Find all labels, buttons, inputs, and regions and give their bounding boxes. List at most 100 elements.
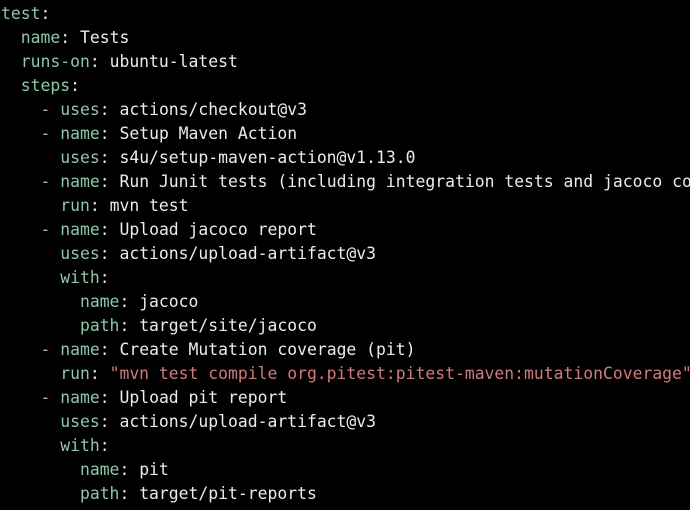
list-dash: - [40,124,61,143]
yaml-colon: : [99,148,120,167]
yaml-colon: : [60,28,80,47]
code-line: name: jacoco [1,290,690,314]
yaml-colon: : [99,436,110,455]
yaml-key: name [20,28,61,47]
list-dash: - [40,220,61,239]
yaml-key: name [60,388,100,407]
code-line: name: Tests [1,26,690,50]
yaml-key: run [60,364,90,383]
yaml-value: actions/checkout@v3 [119,100,307,119]
yaml-colon: : [119,460,140,479]
yaml-value: target/site/jacoco [139,316,317,335]
yaml-key: path [79,484,120,503]
code-line: - name: Create Mutation coverage (pit) [1,338,690,362]
yaml-value: Tests [79,28,130,47]
code-editor[interactable]: test: name: Tests runs-on: ubuntu-latest… [1,2,690,510]
yaml-colon: : [89,364,110,383]
yaml-key: name [79,460,120,479]
yaml-colon: : [99,268,110,287]
list-dash: - [40,340,61,359]
code-line: uses: actions/upload-artifact@v3 [1,410,690,434]
yaml-key: with [60,268,100,287]
yaml-value: target/pit-reports [139,484,317,503]
code-line: - name: Setup Maven Action [1,122,690,146]
yaml-value: Upload pit report [119,388,288,407]
yaml-key: uses [60,148,100,167]
code-line: runs-on: ubuntu-latest [1,50,690,74]
yaml-colon: : [89,52,110,71]
code-line: - name: Upload pit report [1,386,690,410]
yaml-colon: : [89,196,110,215]
yaml-value: ubuntu-latest [109,52,238,71]
yaml-value: s4u/setup-maven-action@v1.13.0 [119,148,416,167]
yaml-key: runs-on [20,52,90,71]
yaml-key: name [60,172,100,191]
yaml-key: run [60,196,90,215]
yaml-key: steps [20,76,71,95]
yaml-value: Create Mutation coverage (pit) [119,340,416,359]
yaml-colon: : [99,124,120,143]
yaml-value: jacoco [139,292,199,311]
code-line: test: [1,2,690,26]
yaml-key: name [60,220,100,239]
yaml-key: uses [60,100,100,119]
code-line: with: [1,266,690,290]
code-line: steps: [1,74,690,98]
list-dash: - [40,100,61,119]
list-dash: - [40,172,61,191]
code-line: - name: Run Junit tests (including integ… [1,170,690,194]
list-dash: - [40,388,61,407]
yaml-value: Upload jacoco report [119,220,317,239]
yaml-colon: : [40,4,51,23]
code-line: run: mvn test [1,194,690,218]
yaml-key: name [60,340,100,359]
yaml-value: Run Junit tests (including integration t… [119,172,690,191]
code-line: - uses: actions/checkout@v3 [1,98,690,122]
code-line: path: target/site/jacoco [1,314,690,338]
yaml-colon: : [119,316,140,335]
code-line: - name: Upload jacoco report [1,218,690,242]
yaml-key: with [60,436,100,455]
yaml-key: test [1,4,41,23]
code-line: uses: actions/upload-artifact@v3 [1,242,690,266]
code-line: name: pit [1,458,690,482]
yaml-colon: : [99,244,120,263]
yaml-key: name [60,124,100,143]
yaml-key: uses [60,412,100,431]
yaml-colon: : [99,100,120,119]
yaml-colon: : [70,76,80,95]
yaml-value: mvn test [109,196,189,215]
yaml-colon: : [99,412,120,431]
yaml-value: actions/upload-artifact@v3 [119,244,377,263]
yaml-key: path [79,316,120,335]
yaml-value: pit [139,460,169,479]
yaml-colon: : [99,220,120,239]
yaml-colon: : [99,172,120,191]
yaml-key: name [79,292,120,311]
yaml-string-value: "mvn test compile org.pitest:pitest-mave… [109,364,690,383]
yaml-value: actions/upload-artifact@v3 [119,412,377,431]
yaml-colon: : [99,340,120,359]
code-line: run: "mvn test compile org.pitest:pitest… [1,362,690,386]
yaml-colon: : [119,484,140,503]
yaml-colon: : [119,292,140,311]
yaml-value: Setup Maven Action [119,124,298,143]
